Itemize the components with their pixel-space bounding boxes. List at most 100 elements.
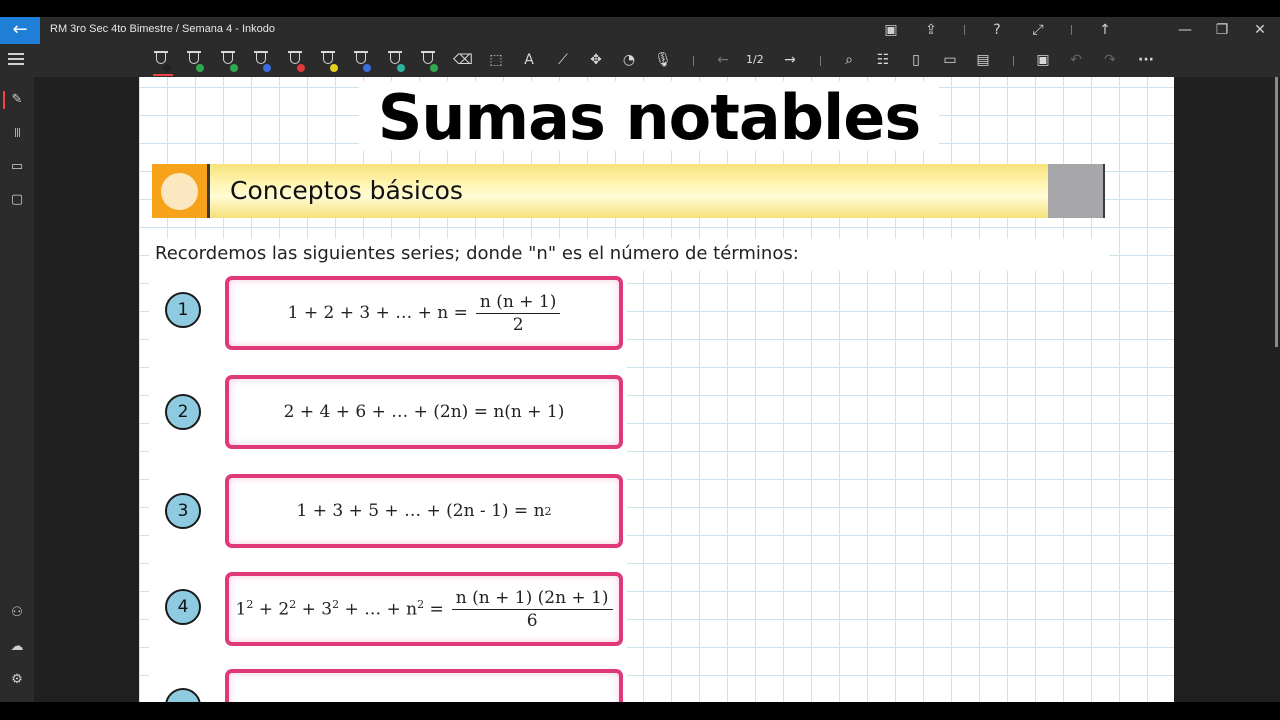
ink-toolbar: ⌫ ⬚ A ⟋ ✥ ◔ 🎙 ← 1/2 → ⌕ ☷ ▯ ▭ ▤ ▣ ↶ ↷ ··… [0,44,1280,77]
share-icon[interactable]: ⇪ [920,20,942,40]
exponent: 2 [332,598,340,612]
formula-box: 2 + 4 + 6 + … + (2n) = n(n + 1) [225,375,623,449]
fraction-denominator: 2 [512,314,524,335]
undo-icon[interactable]: ↶ [1063,49,1089,73]
window-title: RM 3ro Sec 4to Bimestre / Semana 4 - Ink… [50,23,275,35]
lasso-select-icon[interactable]: ⬚ [483,49,509,73]
adjust-icon[interactable]: ☷ [870,49,896,73]
formula-number: 1 [165,292,201,328]
formula: 12 + 22 + 32 + … + n2 = n (n + 1) (2n + … [229,576,619,642]
formula-lhs: 1 + 3 + 5 + … + (2n - 1) = n [296,501,545,521]
formula: 1 + 2 + 3 + … + n = n (n + 1) 2 [229,280,619,346]
formula: 2 + 4 + 6 + … + (2n) = n(n + 1) [229,379,619,445]
pen-tool-icon[interactable] [251,50,275,74]
fraction: n (n + 1) (2n + 1) 6 [451,588,613,631]
fraction-numerator: n (n + 1) [475,292,561,314]
formula-number: 2 [165,394,201,430]
restore-icon[interactable]: ❐ [1211,20,1233,40]
microphone-icon[interactable]: 🎙 [650,49,676,73]
formula-box: 12 + 22 + 32 + … + n2 = n (n + 1) (2n + … [225,572,623,646]
upload-icon[interactable]: ↑ [1094,20,1116,40]
close-icon[interactable]: ✕ [1249,20,1271,40]
toolbar-divider [693,56,694,66]
ruler-icon[interactable]: ⟋ [550,49,576,73]
open-folder-icon[interactable]: ▭ [937,49,963,73]
formula-column: 1 1 + 2 + 3 + … + n = n (n + 1) 2 2 2 + … [149,271,627,702]
minimize-icon[interactable]: — [1174,20,1196,40]
eraser-icon[interactable]: ⌫ [450,49,476,73]
title-bar: ← RM 3ro Sec 4to Bimestre / Semana 4 - I… [0,17,1280,44]
pen-tool-icon[interactable] [285,50,309,74]
clipboard-icon[interactable]: ▣ [1030,49,1056,73]
zoom-icon[interactable]: ⌕ [836,49,862,73]
banner-circle-icon [161,173,198,210]
titlebar-divider [1071,25,1072,35]
redo-icon[interactable]: ↷ [1097,49,1123,73]
banner-orange-block [152,164,207,218]
fraction: n (n + 1) 2 [475,292,561,335]
vertical-scrollbar[interactable] [1275,77,1278,347]
term: + 3 [296,599,333,620]
fraction-denominator: 6 [526,610,538,631]
formula-box: 1 + 2 + 3 + … + n = n (n + 1) 2 [225,276,623,350]
new-file-icon[interactable]: ▯ [903,49,929,73]
library-icon[interactable]: ||| [6,122,28,144]
exponent: 2 [544,504,552,518]
slides-icon[interactable]: ▭ [6,156,28,178]
toolbar-divider [1013,56,1014,66]
formula-lhs: 12 + 22 + 32 + … + n2 = [235,598,443,620]
pen-tool-icon[interactable] [385,50,409,74]
titlebar-divider [964,25,965,35]
left-sidebar: ✎ ||| ▭ ▢ ⚇ ☁ ⚙ [0,77,34,702]
pen-tool-icon[interactable] [418,50,442,74]
term: + 2 [253,599,290,620]
pen-tool-icon[interactable] [318,50,342,74]
more-options-icon[interactable]: ··· [1133,49,1159,73]
document-page[interactable]: Sumas notables II Conceptos básicos Reco… [139,77,1174,702]
formula: 1 + 3 + 5 + … + (2n - 1) = n2 [229,478,619,544]
intro-text: Recordemos las siguientes series; donde … [149,239,1109,271]
formula-lhs: 1 + 2 + 3 + … + n = [287,303,468,323]
palette-icon[interactable]: ◔ [616,49,642,73]
menu-icon[interactable] [8,53,24,67]
term: + … + n [339,599,418,620]
move-icon[interactable]: ✥ [583,49,609,73]
pen-tool-icon[interactable] [151,50,175,76]
briefcase-icon[interactable]: ▣ [880,20,902,40]
fullscreen-icon[interactable]: ⤢ [1027,20,1049,40]
fraction-numerator: n (n + 1) (2n + 1) [451,588,613,610]
formula-number: 4 [165,589,201,625]
formula-box-partial [225,669,623,702]
term: 1 [235,599,247,620]
active-indicator [3,91,5,109]
banner-gray-block [1048,164,1103,218]
settings-icon[interactable]: ⚙ [6,669,28,691]
save-icon[interactable]: ▤ [970,49,996,73]
previous-page-icon[interactable]: ← [710,49,736,73]
toolbar-divider [820,56,821,66]
back-arrow-icon: ← [12,19,28,40]
formula-lhs: 2 + 4 + 6 + … + (2n) = n(n + 1) [283,402,565,422]
formula-number: 3 [165,493,201,529]
app-frame: ← RM 3ro Sec 4to Bimestre / Semana 4 - I… [0,0,1280,720]
banner-divider [1103,164,1105,218]
bag-icon[interactable]: ▢ [6,189,28,211]
formula-box: 1 + 3 + 5 + … + (2n - 1) = n2 [225,474,623,548]
pen-mode-icon[interactable]: ✎ [6,89,28,111]
presenter-icon[interactable]: ⚇ [6,602,28,624]
pen-tool-icon[interactable] [218,50,242,74]
section-heading: Conceptos básicos [230,176,463,205]
page-indicator: 1/2 [746,53,764,66]
help-icon[interactable]: ? [986,20,1008,40]
pen-tool-icon[interactable] [351,50,375,74]
formula-number-partial [165,688,201,702]
bottom-letterbox [0,702,1280,720]
section-banner: Conceptos básicos [152,164,1105,218]
cloud-icon[interactable]: ☁ [6,636,28,658]
next-page-icon[interactable]: → [777,49,803,73]
back-button[interactable]: ← [0,17,40,44]
term: = [424,599,444,620]
pen-tool-icon[interactable] [184,50,208,74]
text-tool-icon[interactable]: A [516,49,542,73]
page-title: Sumas notables II [359,81,939,228]
